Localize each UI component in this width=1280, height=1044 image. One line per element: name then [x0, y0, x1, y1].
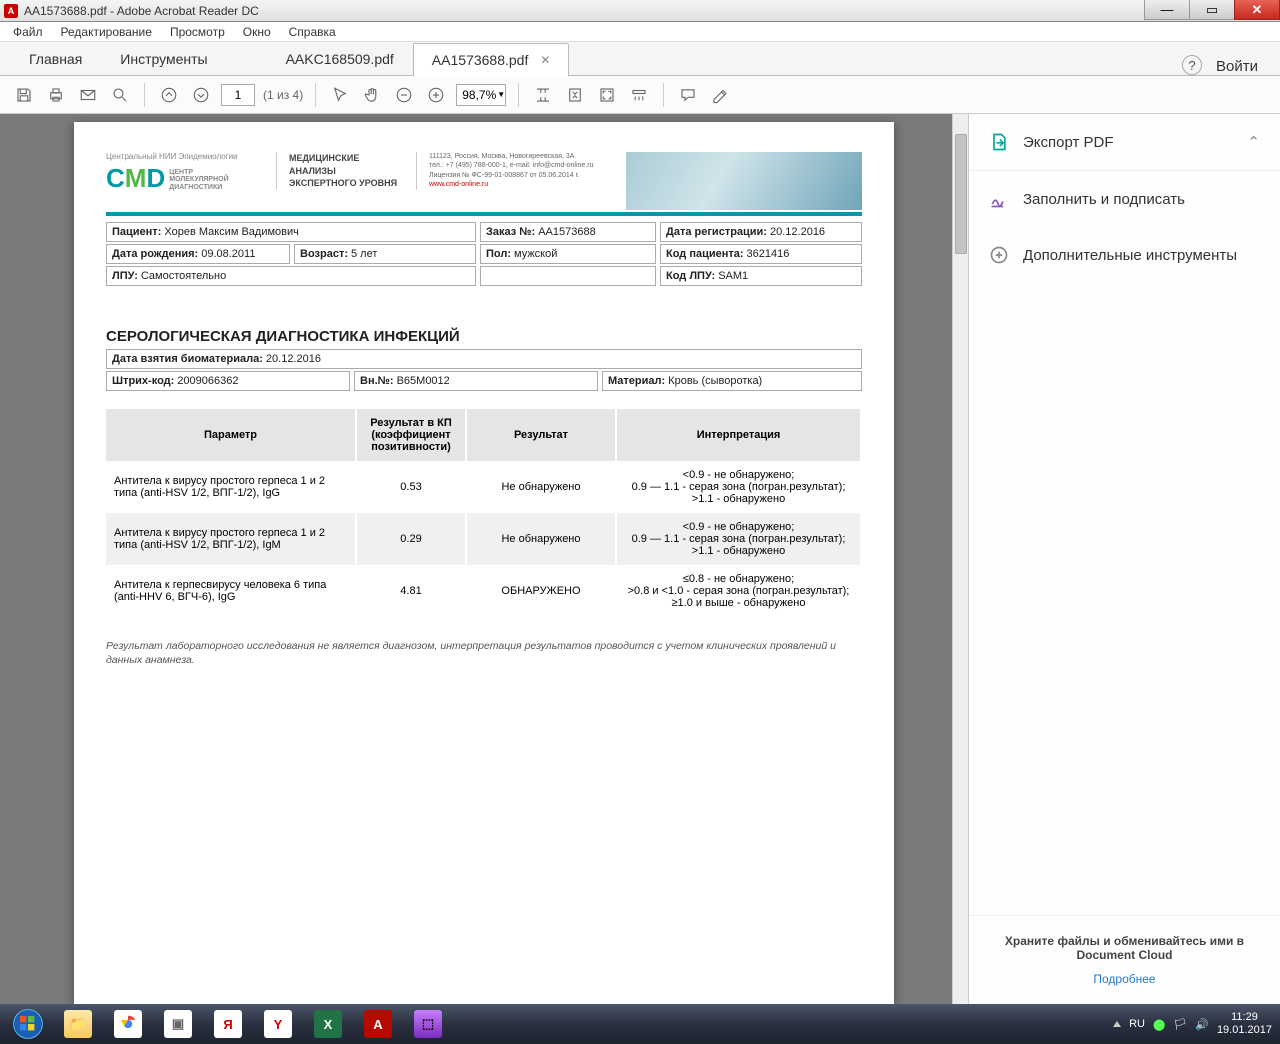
sidebar-fill-sign[interactable]: Заполнить и подписать — [969, 171, 1280, 227]
sidebar-more-tools[interactable]: Дополнительные инструменты — [969, 227, 1280, 283]
sign-icon — [989, 189, 1009, 209]
plus-circle-icon — [989, 245, 1009, 265]
fit-page-icon[interactable] — [563, 83, 587, 107]
menu-view[interactable]: Просмотр — [163, 23, 232, 41]
export-pdf-icon — [989, 132, 1009, 152]
fit-width-icon[interactable] — [531, 83, 555, 107]
lh-institute: Центральный НИИ Эпидемиологии — [106, 152, 276, 161]
scrollbar-vertical[interactable] — [952, 114, 968, 1004]
login-button[interactable]: Войти — [1216, 58, 1258, 75]
close-tab-icon[interactable]: ✕ — [540, 53, 550, 67]
sidebar-export-pdf[interactable]: Экспорт PDF ⌃ — [969, 114, 1280, 170]
mail-icon[interactable] — [76, 83, 100, 107]
comment-icon[interactable] — [676, 83, 700, 107]
taskbar-app1[interactable]: ▣ — [154, 1006, 202, 1042]
tray-language[interactable]: RU — [1129, 1018, 1145, 1030]
hand-icon[interactable] — [360, 83, 384, 107]
menubar: Файл Редактирование Просмотр Окно Справк… — [0, 22, 1280, 42]
tray-clock[interactable]: 11:2919.01.2017 — [1217, 1011, 1272, 1036]
taskbar-acrobat-active[interactable]: A — [354, 1006, 402, 1042]
section-title: СЕРОЛОГИЧЕСКАЯ ДИАГНОСТИКА ИНФЕКЦИЙ — [106, 328, 862, 345]
menu-window[interactable]: Окно — [236, 23, 278, 41]
taskbar-explorer[interactable]: 📁 — [54, 1006, 102, 1042]
acrobat-icon: A — [4, 4, 18, 18]
tab-tools[interactable]: Инструменты — [101, 42, 226, 75]
tray-volume-icon[interactable]: 🔊 — [1195, 1018, 1209, 1031]
tab-doc1[interactable]: AAKC168509.pdf — [267, 42, 413, 75]
pointer-icon[interactable] — [328, 83, 352, 107]
menu-help[interactable]: Справка — [282, 23, 343, 41]
app-tabs: Главная Инструменты AAKC168509.pdf AA157… — [0, 42, 1280, 76]
zoom-select[interactable]: 98,7%▼ — [456, 84, 506, 106]
zoom-in-icon[interactable] — [424, 83, 448, 107]
save-icon[interactable] — [12, 83, 36, 107]
tab-home[interactable]: Главная — [10, 42, 101, 75]
taskbar-yandex[interactable]: Я — [204, 1006, 252, 1042]
taskbar-yabrowser[interactable]: Y — [254, 1006, 302, 1042]
results-table: ПараметрРезультат в КП (коэффициент пози… — [106, 409, 862, 617]
chevron-up-icon: ⌃ — [1247, 133, 1260, 151]
lh-tagline: МЕДИЦИНСКИЕ АНАЛИЗЫ ЭКСПЕРТНОГО УРОВНЯ — [276, 152, 416, 190]
print-icon[interactable] — [44, 83, 68, 107]
minimize-button[interactable]: — — [1144, 0, 1190, 20]
tab-doc2-label: AA1573688.pdf — [432, 52, 529, 68]
window-titlebar: A AA1573688.pdf - Adobe Acrobat Reader D… — [0, 0, 1280, 22]
disclaimer: Результат лабораторного исследования не … — [106, 639, 862, 667]
zoom-out-icon[interactable] — [392, 83, 416, 107]
taskbar-chrome[interactable] — [104, 1006, 152, 1042]
search-icon[interactable] — [108, 83, 132, 107]
toolbar: (1 из 4) 98,7%▼ — [0, 76, 1280, 114]
help-icon[interactable]: ? — [1182, 55, 1202, 75]
sidebar-more-link[interactable]: Подробнее — [987, 972, 1262, 986]
table-row: Антитела к герпесвирусу человека 6 типа … — [106, 565, 861, 617]
lh-contact: 111123, Россия, Москва, Новогиреевская, … — [416, 152, 626, 190]
pdf-page: Центральный НИИ Эпидемиологии CMDЦЕНТР М… — [74, 122, 894, 1004]
table-row: Антитела к вирусу простого герпеса 1 и 2… — [106, 513, 861, 565]
highlight-icon[interactable] — [708, 83, 732, 107]
page-number-input[interactable] — [221, 84, 255, 106]
page-up-icon[interactable] — [157, 83, 181, 107]
windows-taskbar: 📁 ▣ Я Y X A ⬚ RU ⬤ 🏳 🔊 11:2919.01.2017 — [0, 1004, 1280, 1044]
page-count: (1 из 4) — [263, 88, 303, 102]
tray-action-icon[interactable]: 🏳 — [1173, 1018, 1187, 1031]
start-button[interactable] — [4, 1006, 52, 1042]
taskbar-app2[interactable]: ⬚ — [404, 1006, 452, 1042]
maximize-button[interactable]: ▭ — [1189, 0, 1235, 20]
tab-doc2-active[interactable]: AA1573688.pdf ✕ — [413, 43, 570, 76]
window-title: AA1573688.pdf - Adobe Acrobat Reader DC — [24, 4, 259, 18]
tray-network-icon[interactable]: ⬤ — [1153, 1018, 1165, 1031]
menu-edit[interactable]: Редактирование — [54, 23, 159, 41]
close-button[interactable]: ✕ — [1234, 0, 1280, 20]
taskbar-excel[interactable]: X — [304, 1006, 352, 1042]
sidebar-footer: Храните файлы и обменивайтесь ими в Docu… — [969, 916, 1280, 1004]
table-row: Антитела к вирусу простого герпеса 1 и 2… — [106, 461, 861, 513]
fullscreen-icon[interactable] — [595, 83, 619, 107]
lh-photo — [626, 152, 862, 210]
page-down-icon[interactable] — [189, 83, 213, 107]
cmd-logo: CMDЦЕНТР МОЛЕКУЛЯРНОЙ ДИАГНОСТИКИ — [106, 163, 276, 194]
menu-file[interactable]: Файл — [6, 23, 50, 41]
document-view[interactable]: Центральный НИИ Эпидемиологии CMDЦЕНТР М… — [0, 114, 968, 1004]
tray-overflow-icon[interactable] — [1113, 1021, 1121, 1027]
tools-sidebar: Экспорт PDF ⌃ Заполнить и подписать Допо… — [968, 114, 1280, 1004]
read-mode-icon[interactable] — [627, 83, 651, 107]
